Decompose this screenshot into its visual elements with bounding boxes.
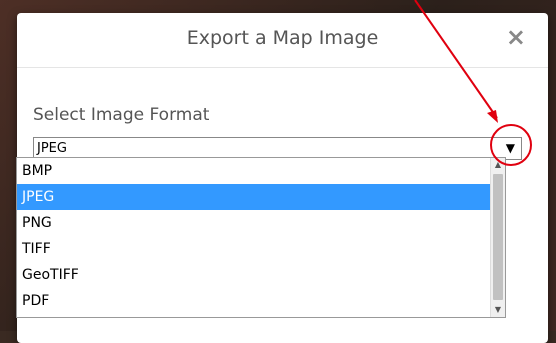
annotation-arrow-line <box>414 0 498 119</box>
annotation-arrow-head <box>487 110 498 123</box>
annotation-overlay <box>414 0 532 166</box>
annotation-circle <box>490 124 532 166</box>
